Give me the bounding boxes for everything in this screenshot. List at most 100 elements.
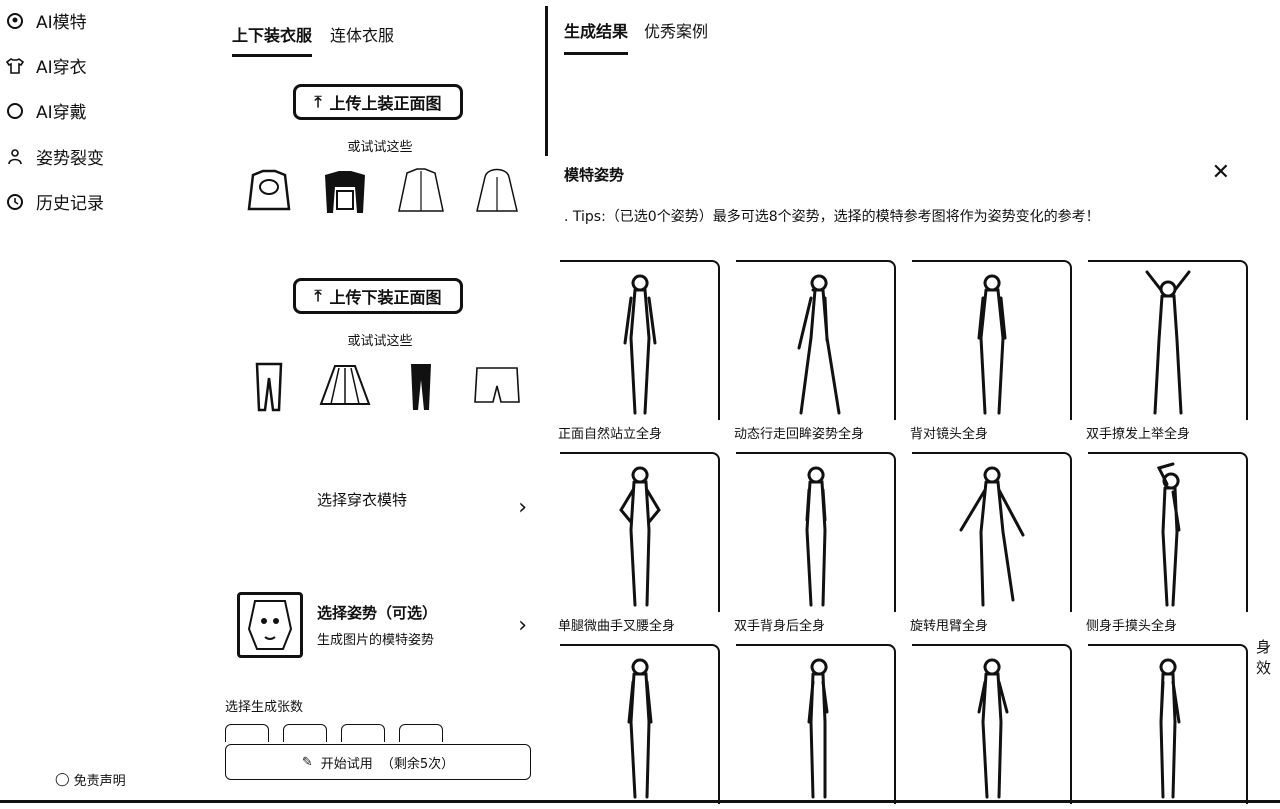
pose-thumbnail <box>237 592 303 658</box>
history-icon <box>4 191 26 213</box>
pose-image <box>912 452 1072 612</box>
pose-label: 单腿微曲手叉腰全身 <box>558 619 676 634</box>
pose-image <box>736 644 896 804</box>
sample-tops <box>243 165 523 217</box>
model-figure-icon <box>1156 462 1181 607</box>
model-figure-icon <box>619 466 661 607</box>
pose-card[interactable]: 背对镜头全身 <box>910 260 1072 450</box>
pants-icon <box>255 362 283 412</box>
modal-title: 模特姿势 <box>564 166 625 184</box>
tab-results[interactable]: 生成结果 <box>564 18 629 55</box>
partial-pose-label: 身效 <box>1256 638 1272 677</box>
pose-card[interactable]: 双手撩发上举全身 <box>1086 260 1248 450</box>
upload-bottom-label: 上传下装正面图 <box>329 288 442 307</box>
sample-top-4[interactable] <box>471 165 523 217</box>
count-option-1[interactable] <box>225 724 269 742</box>
pose-card[interactable]: 旋转甩臂全身 <box>910 452 1072 642</box>
tab-top-bottom[interactable]: 上下装衣服 <box>232 22 313 57</box>
sample-bottom-4[interactable] <box>471 360 523 412</box>
model-figure-icon <box>627 658 653 799</box>
tab-showcase[interactable]: 优秀案例 <box>644 18 708 55</box>
upload-icon: ⤒ <box>314 286 322 305</box>
chevron-right-icon: › <box>518 612 527 638</box>
disclaimer-link[interactable]: ◯ 免责声明 <box>55 770 126 789</box>
model-figure-icon <box>797 274 841 415</box>
bottom-border <box>0 800 1280 803</box>
sample-bottom-1[interactable] <box>243 360 295 412</box>
disclaimer-label: 免责声明 <box>73 774 126 789</box>
sample-top-2[interactable] <box>319 165 371 217</box>
start-trial-button[interactable]: ✎ 开始试用 （剩余5次） <box>225 744 531 780</box>
pose-card[interactable]: 双手背身后全身 <box>734 452 896 642</box>
sidebar-item-history[interactable]: 历史记录 <box>4 189 104 214</box>
pose-label: 双手背身后全身 <box>734 619 826 634</box>
sidebar-item-label: 姿势裂变 <box>36 149 104 169</box>
upload-bottom-button[interactable]: ⤒ 上传下装正面图 <box>293 278 463 314</box>
select-pose-title: 选择姿势（可选） <box>317 604 438 622</box>
model-figure-icon <box>623 274 657 415</box>
trousers-icon <box>411 364 431 410</box>
select-model-row[interactable]: 选择穿衣模特 › <box>237 474 527 540</box>
crop-top-icon <box>325 171 365 213</box>
sidebar-item-ai-dress[interactable]: AI穿衣 <box>4 53 87 78</box>
select-pose-subtitle: 生成图片的模特姿势 <box>317 633 435 648</box>
pose-label: 双手撩发上举全身 <box>1086 427 1191 442</box>
sample-bottoms <box>243 360 523 412</box>
pose-label: 动态行走回眸姿势全身 <box>734 427 865 442</box>
model-figure-icon <box>807 658 829 799</box>
sidebar-item-ai-wear[interactable]: AI穿戴 <box>4 98 87 123</box>
sample-top-1[interactable] <box>243 165 295 217</box>
pose-card[interactable]: 正面自然站立全身 <box>558 260 720 450</box>
pose-image <box>912 260 1072 420</box>
pose-image <box>912 644 1072 804</box>
clothing-panel: 上下装衣服 连体衣服 ⤒ 上传上装正面图 或试试这些 ⤒ 上传下装正面图 或试试… <box>215 0 545 809</box>
sample-top-3[interactable] <box>395 165 447 217</box>
pose-card[interactable] <box>912 644 1072 809</box>
shirt-icon <box>4 55 26 77</box>
model-icon <box>4 10 26 32</box>
sidebar-item-pose-variation[interactable]: 姿势裂变 <box>4 144 104 169</box>
sidebar-item-label: AI穿戴 <box>36 103 87 123</box>
model-figure-icon <box>1145 270 1191 415</box>
count-option-2[interactable] <box>283 724 327 742</box>
pose-image <box>1088 644 1248 804</box>
pose-card[interactable]: 单腿微曲手叉腰全身 <box>558 452 720 642</box>
sample-bottom-3[interactable] <box>395 360 447 412</box>
upload-top-button[interactable]: ⤒ 上传上装正面图 <box>293 84 463 120</box>
pose-card[interactable]: 动态行走回眸姿势全身 <box>734 260 896 450</box>
model-figure-icon <box>977 274 1007 415</box>
pose-card[interactable]: 侧身手摸头全身 <box>1086 452 1248 642</box>
model-figure-icon <box>805 466 827 607</box>
sample-bottom-2[interactable] <box>319 360 371 412</box>
chevron-right-icon: › <box>518 494 527 520</box>
pose-label: 侧身手摸头全身 <box>1086 619 1178 634</box>
count-option-3[interactable] <box>341 724 385 742</box>
clothing-tabs: 上下装衣服 连体衣服 <box>232 22 394 57</box>
pose-card[interactable] <box>560 644 720 809</box>
sidebar-item-label: AI穿衣 <box>36 58 87 78</box>
close-icon[interactable]: ✕ <box>1212 160 1230 185</box>
hoodie-icon <box>476 168 518 212</box>
jacket-icon <box>398 168 444 212</box>
pose-image <box>560 644 720 804</box>
pose-image <box>736 260 896 420</box>
try-these-label: 或试试这些 <box>347 334 413 349</box>
pose-card[interactable] <box>736 644 896 809</box>
model-figure-icon <box>959 466 1025 607</box>
pose-image <box>1088 452 1248 612</box>
sweatshirt-icon <box>247 169 291 211</box>
count-option-4[interactable] <box>399 724 443 742</box>
pose-image <box>736 452 896 612</box>
sidebar: AI模特 AI穿衣 AI穿戴 姿势裂变 历史记录 ◯ 免责声明 <box>0 0 210 809</box>
skirt-icon <box>319 365 371 405</box>
pose-label: 背对镜头全身 <box>910 427 989 442</box>
pose-card[interactable] <box>1088 644 1248 809</box>
tab-one-piece[interactable]: 连体衣服 <box>330 22 394 57</box>
ring-icon <box>4 100 26 122</box>
select-pose-row[interactable]: 选择姿势（可选） 生成图片的模特姿势 › <box>237 592 527 658</box>
model-figure-icon <box>977 658 1009 799</box>
sidebar-item-ai-model[interactable]: AI模特 <box>4 8 87 33</box>
model-figure-icon <box>1159 658 1181 799</box>
modal-tips: . Tips:（已选0个姿势）最多可选8个姿势，选择的模特参考图将作为姿势变化的… <box>564 209 1100 225</box>
result-tabs: 生成结果 优秀案例 <box>564 18 708 55</box>
